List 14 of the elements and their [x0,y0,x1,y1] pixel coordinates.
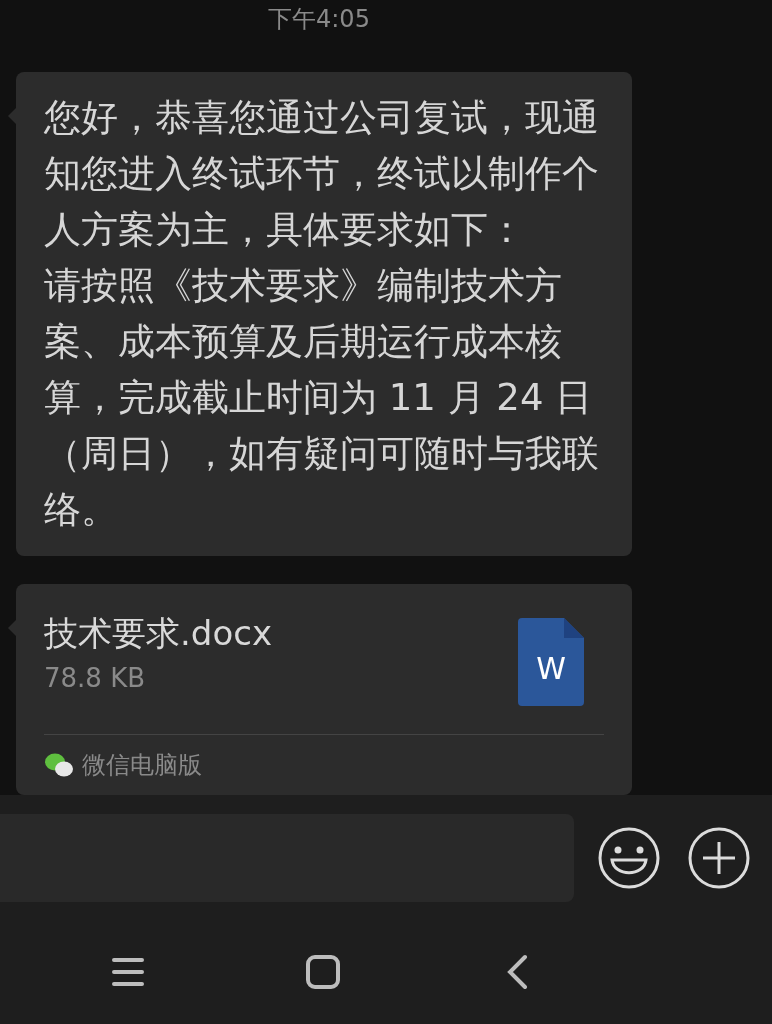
message-text: 您好，恭喜您通过公司复试，现通知您进入终试环节，终试以制作个人方案为主，具体要求如下： [44,95,600,253]
menu-icon[interactable] [112,957,144,987]
word-document-icon: W [518,618,584,706]
emoji-icon[interactable] [598,827,660,889]
message-text: 请按照《技术要求》编制技术方案、成本预算及后期运行成本核算，完成截止时间为 11 月 24 日（周日），如有疑问可随时与我联络。 [44,263,600,533]
file-name: 技术要求.docx [44,612,272,654]
file-card[interactable]: 技术要求.docx 78.8 KB W 微信电脑版 [16,584,632,795]
timestamp: 下午4:05 [268,4,370,35]
plus-icon[interactable] [688,827,750,889]
back-icon[interactable] [506,954,528,990]
chat-bubbles-icon [44,752,74,778]
file-size: 78.8 KB [44,662,147,694]
home-icon[interactable] [306,955,340,989]
source-label: 微信电脑版 [82,750,202,781]
